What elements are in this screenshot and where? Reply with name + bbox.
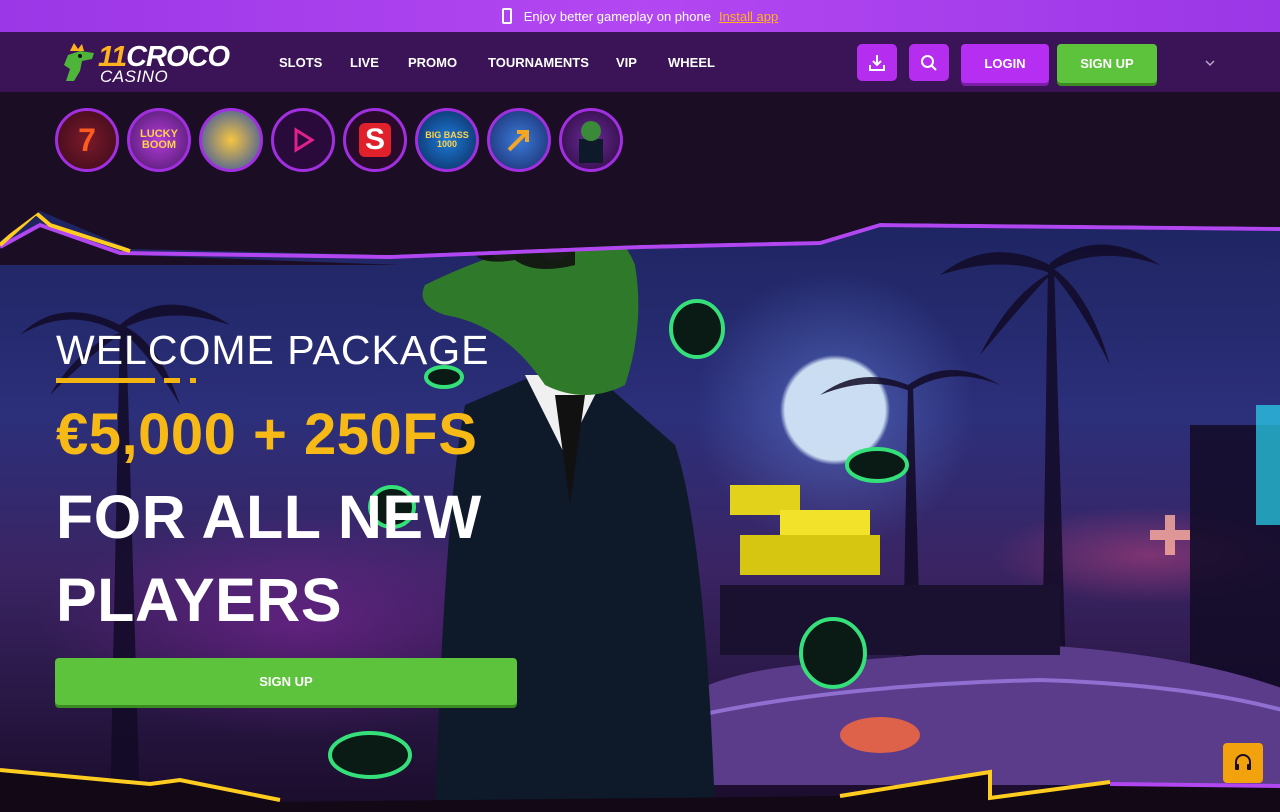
play-icon[interactable] bbox=[271, 108, 335, 172]
nav-vip[interactable]: VIP bbox=[616, 55, 668, 70]
big-bass-icon[interactable]: BIG BASS 1000 bbox=[415, 108, 479, 172]
download-button[interactable] bbox=[857, 44, 897, 81]
download-icon bbox=[869, 54, 885, 71]
install-app-link[interactable]: Install app bbox=[719, 9, 778, 24]
hero-banner: WELCOME PACKAGE €5,000 + 250FS FOR ALL N… bbox=[0, 205, 1280, 812]
welcome-heading: WELCOME PACKAGE bbox=[56, 327, 490, 373]
main-nav: SLOTS LIVE PROMO TOURNAMENTS VIP WHEEL bbox=[279, 32, 715, 92]
phone-icon bbox=[501, 8, 512, 24]
nav-live[interactable]: LIVE bbox=[350, 55, 408, 70]
lucky-boom-icon[interactable]: LUCKY BOOM bbox=[127, 108, 191, 172]
quick-games-row: 7 LUCKY BOOM S BIG BASS 1000 bbox=[55, 108, 623, 172]
header-signup-button[interactable]: SIGN UP bbox=[1057, 44, 1157, 83]
login-button[interactable]: LOGIN bbox=[961, 44, 1049, 83]
bottom-lightning-border bbox=[0, 768, 1280, 812]
arrow-up-icon[interactable] bbox=[487, 108, 551, 172]
bonus-amount: €5,000 + 250FS bbox=[56, 402, 478, 467]
search-button[interactable] bbox=[909, 44, 949, 81]
coins-icon[interactable] bbox=[199, 108, 263, 172]
nav-tournaments[interactable]: TOURNAMENTS bbox=[488, 55, 616, 70]
bonus-subtitle-line1: FOR ALL NEW bbox=[56, 483, 482, 551]
heading-underline bbox=[56, 378, 489, 383]
install-app-banner: Enjoy better gameplay on phone Install a… bbox=[0, 0, 1280, 32]
banner-text: Enjoy better gameplay on phone bbox=[523, 8, 711, 24]
support-chat-button[interactable] bbox=[1223, 743, 1263, 783]
bonus-subtitle-line2: PLAYERS bbox=[56, 566, 343, 634]
search-icon bbox=[921, 54, 937, 71]
nav-wheel[interactable]: WHEEL bbox=[668, 55, 715, 70]
croco-mascot-icon bbox=[64, 43, 94, 81]
hero-text: WELCOME PACKAGE €5,000 + 250FS FOR ALL N… bbox=[56, 327, 489, 642]
top-lightning-border bbox=[0, 205, 1280, 265]
nav-promo[interactable]: PROMO bbox=[408, 55, 488, 70]
chevron-down-icon[interactable] bbox=[1203, 56, 1217, 70]
logo[interactable]: 11CROCO CASINO bbox=[56, 39, 236, 86]
hero-signup-button[interactable]: SIGN UP bbox=[55, 658, 517, 705]
nav-slots[interactable]: SLOTS bbox=[279, 55, 350, 70]
s-logo-icon[interactable]: S bbox=[343, 108, 407, 172]
croco-avatar-icon[interactable] bbox=[559, 108, 623, 172]
seven-icon[interactable]: 7 bbox=[55, 108, 119, 172]
site-header: 11CROCO CASINO SLOTS LIVE PROMO TOURNAME… bbox=[0, 32, 1280, 92]
logo-subtitle: CASINO bbox=[100, 67, 169, 86]
headset-icon bbox=[1235, 754, 1251, 770]
